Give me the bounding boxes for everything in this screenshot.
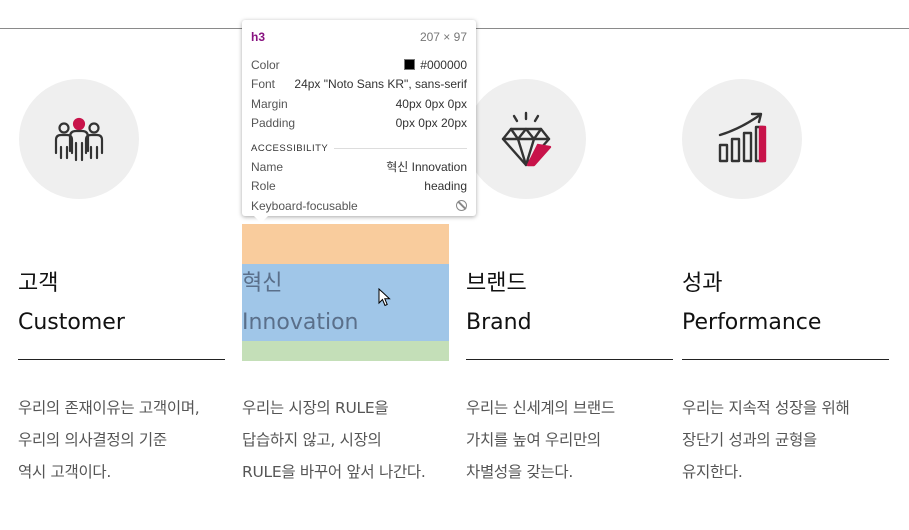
description-line: 우리는 시장의 RULE을 — [242, 399, 389, 417]
brand-icon-circle — [466, 79, 586, 199]
devtools-highlight-margin — [242, 224, 449, 264]
tooltip-row-role: Role heading — [251, 177, 467, 197]
element-size: 207 × 97 — [419, 30, 467, 44]
performance-icon-circle — [682, 79, 802, 199]
heading-ko: 브랜드 — [466, 271, 527, 296]
description-line: 유지한다. — [682, 463, 743, 481]
row-value: 40px 0px 0px — [395, 96, 467, 111]
accessibility-section-title: ACCESSIBILITY — [251, 139, 467, 157]
row-key: Padding — [251, 116, 296, 131]
heading-ko: 성과 — [682, 271, 723, 296]
tooltip-row-margin: Margin 40px 0px 0px — [251, 94, 467, 114]
description-line: 우리의 의사결정의 기준 — [18, 431, 167, 449]
description-line: RULE을 바꾸어 앞서 나간다. — [242, 463, 426, 481]
element-tag: h3 — [251, 30, 266, 44]
description-brand: 우리는 신세계의 브랜드 가치를 높여 우리만의 차별성을 갖는다. — [466, 392, 696, 488]
heading-underline — [18, 359, 225, 360]
people-group-icon — [54, 117, 104, 162]
not-focusable-icon — [456, 200, 467, 212]
row-value: 혁신 Innovation — [386, 160, 467, 175]
description-line: 역시 고객이다. — [18, 463, 112, 481]
color-swatch-icon — [404, 59, 416, 71]
tooltip-row-padding: Padding 0px 0px 20px — [251, 114, 467, 134]
devtools-highlight-padding — [242, 341, 449, 361]
customer-icon-circle — [19, 79, 139, 199]
diamond-icon — [501, 111, 552, 167]
row-key: Name — [251, 159, 284, 174]
description-line: 차별성을 갖는다. — [466, 463, 573, 481]
heading-ko: 혁신 — [242, 271, 283, 296]
row-key: Color — [251, 57, 280, 72]
description-line: 우리의 존재이유는 고객이며, — [18, 399, 200, 417]
heading-underline — [466, 359, 673, 360]
heading-brand: 브랜드 Brand — [466, 264, 673, 342]
tooltip-row-keyboard-focusable: Keyboard-focusable — [251, 196, 467, 216]
description-customer: 우리의 존재이유는 고객이며, 우리의 의사결정의 기준 역시 고객이다. — [18, 392, 248, 488]
tooltip-row-color: Color #000000 — [251, 55, 467, 75]
heading-customer: 고객 Customer — [18, 264, 225, 342]
row-value: #000000 — [420, 57, 467, 72]
row-value: heading — [424, 179, 467, 194]
tooltip-row-name: Name 혁신 Innovation — [251, 157, 467, 177]
mouse-cursor-icon — [378, 288, 391, 307]
heading-underline — [682, 359, 889, 360]
heading-performance: 성과 Performance — [682, 264, 889, 342]
row-key: Font — [251, 77, 276, 92]
tooltip-header: h3 207 × 97 — [251, 27, 467, 47]
devtools-inspect-tooltip: h3 207 × 97 Color #000000 Font 24px "Not… — [242, 20, 476, 223]
heading-en: Customer — [18, 310, 125, 335]
heading-en: Performance — [682, 310, 822, 335]
row-key: Role — [251, 179, 276, 194]
heading-en: Innovation — [242, 310, 359, 335]
description-innovation: 우리는 시장의 RULE을 답습하지 않고, 시장의 RULE을 바꾸어 앞서 … — [242, 392, 472, 488]
row-key: Keyboard-focusable — [251, 198, 358, 213]
description-line: 우리는 신세계의 브랜드 — [466, 399, 615, 417]
heading-innovation: 혁신 Innovation — [242, 264, 449, 342]
description-line: 장단기 성과의 균형을 — [682, 431, 817, 449]
heading-en: Brand — [466, 310, 532, 335]
tooltip-row-font: Font 24px "Noto Sans KR", sans-serif — [251, 75, 467, 95]
description-line: 가치를 높여 우리만의 — [466, 431, 601, 449]
growth-chart-icon — [718, 112, 767, 163]
description-performance: 우리는 지속적 성장을 위해 장단기 성과의 균형을 유지한다. — [682, 392, 909, 488]
row-value: 0px 0px 20px — [395, 116, 467, 131]
description-line: 우리는 지속적 성장을 위해 — [682, 399, 850, 417]
row-value: 24px "Noto Sans KR", sans-serif — [294, 77, 467, 92]
row-key: Margin — [251, 96, 288, 111]
description-line: 답습하지 않고, 시장의 — [242, 431, 382, 449]
heading-ko: 고객 — [18, 271, 59, 296]
